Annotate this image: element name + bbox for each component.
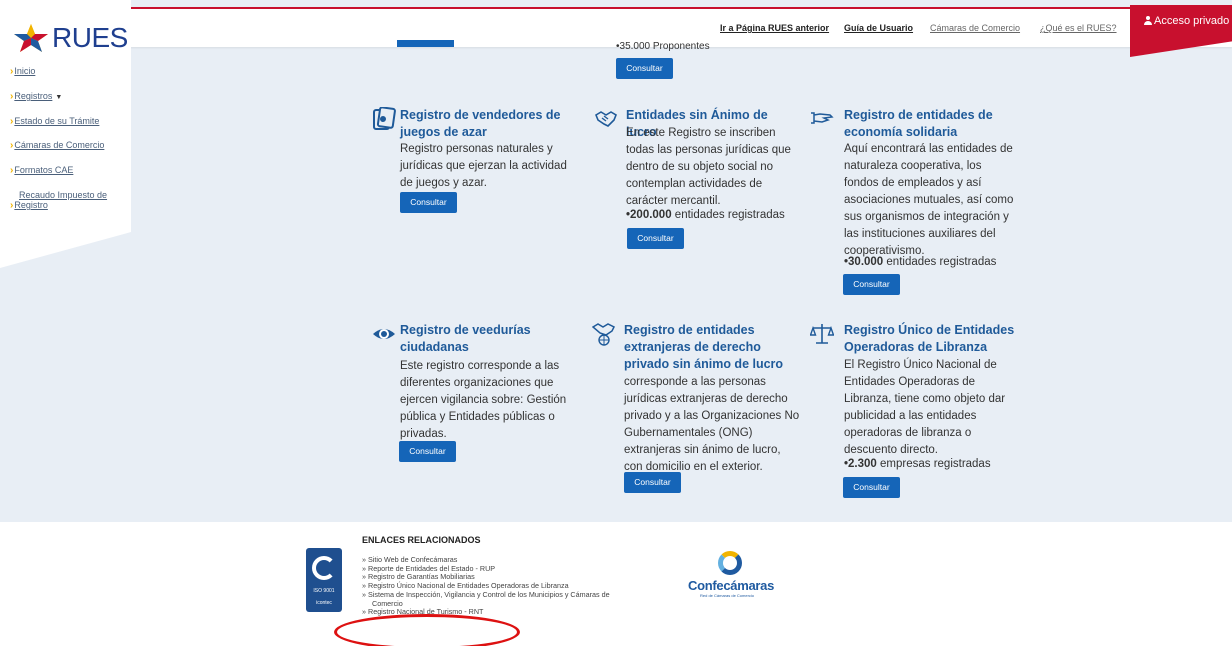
sidebar-item-label: Estado de su Trámite — [14, 116, 100, 126]
card-economia-solidaria: Registro de entidades de economía solidar… — [810, 107, 1030, 272]
sidebar-item-label-line2: Registro — [14, 200, 48, 210]
sidebar-item-label: Cámaras de Comercio — [14, 140, 105, 150]
chevron-right-icon: › — [10, 116, 14, 127]
chevron-right-icon: › — [10, 200, 14, 211]
card-veedurias: Registro de veedurías ciudadanas Este reg… — [372, 322, 572, 440]
chevron-right-icon: › — [10, 66, 14, 77]
link-que-es-rues[interactable]: ¿Qué es el RUES? — [1040, 23, 1117, 33]
iso-sub-label: icontec — [316, 600, 332, 606]
sidebar-item-registros[interactable]: ›Registros ▼ — [10, 91, 62, 102]
card-description: El Registro Único Nacional de Entidades O… — [844, 359, 1006, 456]
card-stat: •2.300 empresas registradas — [844, 458, 991, 470]
card-title: Registro Único de Entidades Operadoras de… — [844, 323, 1015, 354]
sidebar-item-label: Inicio — [14, 66, 36, 76]
card-description: corresponde a las personas jurídicas extr… — [624, 376, 800, 473]
card-sin-animo-lucro: Entidades sin Ánimo de lucro En este Reg… — [594, 107, 799, 227]
consultar-button-proponentes[interactable]: Consultar — [616, 58, 673, 79]
confecamaras-name: Confecámaras — [688, 578, 774, 593]
sidebar-item-recaudo[interactable]: Recaudo Impuesto de ›Registro — [10, 190, 107, 211]
confecamaras-logo[interactable]: Confecámaras Red de Cámaras de Comercio — [688, 551, 780, 598]
sidebar-item-label: Formatos CAE — [14, 165, 74, 175]
eye-icon — [373, 329, 395, 339]
card-libranza: Registro Único de Entidades Operadoras de… — [810, 322, 1030, 477]
caret-down-icon: ▼ — [55, 94, 63, 101]
link-rues-anterior[interactable]: Ir a Página RUES anterior — [720, 23, 829, 33]
card-title: Registro de veedurías ciudadanas — [400, 323, 531, 354]
scale-icon — [810, 324, 834, 344]
consultar-button-veedurias[interactable]: Consultar — [399, 441, 456, 462]
chevron-right-icon: › — [10, 91, 14, 102]
confecamaras-ring-icon — [718, 551, 742, 575]
card-description: Aquí encontrará las entidades de naturale… — [844, 143, 1014, 257]
highlight-ellipse-annotation — [334, 614, 520, 646]
rues-star-icon — [14, 24, 48, 52]
sidebar-item-camaras[interactable]: ›Cámaras de Comercio — [10, 140, 104, 151]
sidebar: RUES ›Inicio ›Registros ▼ ›Estado de su T… — [0, 0, 131, 268]
sidebar-item-inicio[interactable]: ›Inicio — [10, 66, 35, 77]
user-icon — [1144, 16, 1152, 25]
card-description: En este Registro se inscriben todas las p… — [626, 127, 791, 207]
iso-c-icon — [312, 556, 336, 580]
consultar-button-extranjeras[interactable]: Consultar — [624, 472, 681, 493]
consultar-button-sin-animo-lucro[interactable]: Consultar — [627, 228, 684, 249]
sidebar-item-estado-tramite[interactable]: ›Estado de su Trámite — [10, 116, 99, 127]
link-camaras-comercio[interactable]: Cámaras de Comercio — [930, 23, 1020, 33]
card-stat: •200.000 entidades registradas — [626, 209, 785, 221]
sidebar-item-formatos-cae[interactable]: ›Formatos CAE — [10, 165, 73, 176]
globe-handshake-icon — [592, 323, 616, 346]
consultar-button-partial[interactable] — [397, 40, 454, 47]
sidebar-item-label: Registros — [14, 91, 53, 101]
related-links-list: Sitio Web de Confecámaras Reporte de Ent… — [362, 555, 610, 617]
link-guia-usuario[interactable]: Guía de Usuario — [844, 23, 913, 33]
confecamaras-sub: Red de Cámaras de Comercio — [700, 593, 755, 598]
chevron-right-icon: › — [10, 165, 14, 176]
handshake-icon — [595, 111, 617, 127]
logo-text: RUES — [52, 22, 128, 53]
partial-stat-text: •35.000 Proponentes — [616, 41, 710, 52]
card-title: Registro de vendedores de juegos de azar — [400, 108, 561, 139]
consultar-button-libranza[interactable]: Consultar — [843, 477, 900, 498]
card-stat: •30.000 entidades registradas — [844, 256, 997, 268]
cards-icon — [373, 107, 396, 130]
card-description: Registro personas naturales y jurídicas q… — [400, 143, 567, 189]
consultar-button-economia-solidaria[interactable]: Consultar — [843, 274, 900, 295]
card-description: Este registro corresponde a las diferente… — [400, 360, 567, 440]
iso-label: ISO 9001 — [313, 588, 335, 594]
card-title: Registro de entidades de economía solidar… — [844, 108, 993, 139]
footer-title: ENLACES RELACIONADOS — [362, 535, 481, 545]
chevron-right-icon: › — [10, 140, 14, 151]
card-entidades-extranjeras: Registro de entidades extranjeras de dere… — [592, 322, 802, 473]
iso-certification-logo: ISO 9001 icontec — [306, 548, 342, 612]
acceso-privado-label: Acceso privado — [1154, 15, 1230, 27]
hand-icon — [811, 112, 834, 124]
sidebar-item-label-line1: Recaudo Impuesto de — [19, 190, 108, 200]
consultar-button-juegos-azar[interactable]: Consultar — [400, 192, 457, 213]
card-title: Registro de entidades extranjeras de dere… — [624, 323, 784, 371]
